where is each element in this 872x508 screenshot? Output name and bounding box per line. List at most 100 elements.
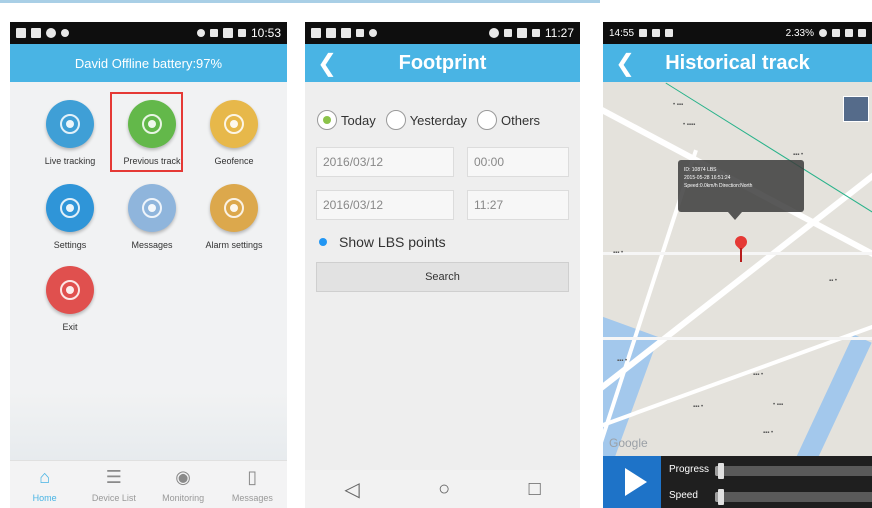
menu-item-alarm-settings[interactable]: Alarm settings — [191, 184, 277, 264]
status-bar: 11:27 — [305, 22, 580, 44]
gps-icon — [488, 28, 499, 38]
icon-dot — [148, 120, 156, 128]
start-time-field[interactable]: 00:00 — [467, 147, 569, 177]
image-icon — [341, 28, 351, 38]
lbs-dot-icon — [319, 238, 327, 246]
speed-knob[interactable] — [718, 489, 725, 505]
home-nav-icon[interactable]: ○ — [438, 478, 450, 501]
lbs-label: Show LBS points — [339, 234, 446, 250]
icon-dot — [148, 204, 156, 212]
menu-item-label: Geofence — [214, 156, 254, 166]
signal-icon — [845, 29, 853, 37]
clock-icon — [61, 29, 69, 37]
popup-line-speed: Speed:0.0km/h Direction:North — [684, 183, 753, 189]
lock-icon — [356, 29, 364, 37]
radio-button-icon — [477, 110, 498, 130]
icon-dot — [230, 204, 238, 212]
map-place: • ▪▪▪ — [773, 402, 784, 408]
back-arrow-icon[interactable]: ❮ — [615, 49, 635, 78]
menu-item-label: Live tracking — [44, 156, 96, 166]
menu-item-label: Settings — [53, 240, 87, 250]
radio-label: Others — [501, 112, 541, 128]
popup-line-id: ID: 10874 LBS — [684, 167, 717, 173]
start-date-value: 2016/03/12 — [323, 155, 384, 169]
device-status-header: David Offline battery:97% — [10, 44, 287, 82]
alarm-icon — [196, 29, 205, 37]
playback-controls: Progress Speed — [603, 456, 872, 508]
road — [603, 252, 872, 255]
map-place: • ▪▪▪▪ — [683, 122, 696, 128]
menu-item-geofence[interactable]: Geofence — [191, 100, 277, 180]
menu-item-settings[interactable]: Settings — [27, 184, 113, 264]
end-time-field[interactable]: 11:27 — [467, 190, 569, 220]
chat-icon — [46, 28, 56, 38]
list-icon: ☰ — [105, 467, 122, 487]
person-pin-icon — [128, 100, 176, 148]
menu-item-previous-track[interactable]: Previous track — [109, 100, 195, 180]
screen-icon — [311, 28, 321, 38]
status-time: 14:55 — [609, 27, 635, 39]
speed-label: Speed — [669, 490, 698, 501]
map-view[interactable]: • ▪▪▪ • ▪▪▪▪ ▪▪▪ • ▪▪▪ • ▪▪ • ▪▪▪ • ▪▪▪ … — [603, 82, 872, 456]
radio-today[interactable]: Today — [317, 110, 376, 130]
battery-icon — [531, 29, 540, 37]
app-icon — [326, 28, 336, 38]
speed-slider[interactable] — [715, 489, 872, 505]
wifi-icon — [832, 29, 840, 37]
back-nav-icon[interactable]: ◁ — [344, 477, 359, 502]
bell-icon — [210, 184, 258, 232]
menu-item-live-tracking[interactable]: Live tracking — [27, 100, 113, 180]
gear-icon — [46, 184, 94, 232]
end-date-field[interactable]: 2016/03/12 — [316, 190, 454, 220]
map-icon: ▯ — [247, 467, 258, 487]
nav-item-messages[interactable]: ▯ Messages — [218, 461, 287, 508]
status-percentage: 2.33% — [785, 27, 814, 39]
map-place: • ▪▪▪ — [673, 102, 684, 108]
radio-button-icon — [317, 110, 337, 130]
voicemail-icon — [639, 29, 648, 37]
bottom-nav: ⌂ Home ☰ Device List ◉ Monitoring ▯ Messages — [10, 460, 287, 508]
search-button[interactable]: Search — [316, 262, 569, 292]
app-icon — [665, 29, 674, 37]
track-info-popup: ID: 10874 LBS 2015-05-28 16:51:24 Speed:… — [678, 160, 804, 220]
background-fade — [10, 392, 287, 460]
map-place: ▪▪ • — [829, 278, 838, 284]
map-pin-stem — [740, 248, 742, 262]
menu-item-messages[interactable]: Messages — [109, 184, 195, 264]
map-place: ▪▪▪ • — [613, 250, 624, 256]
radio-yesterday[interactable]: Yesterday — [385, 110, 468, 130]
progress-slider[interactable] — [715, 463, 872, 479]
icon-dot — [230, 120, 238, 128]
signal-icon — [516, 28, 527, 38]
menu-item-label: Alarm settings — [205, 240, 263, 250]
status-time: 10:53 — [250, 26, 281, 40]
start-date-field[interactable]: 2016/03/12 — [316, 147, 454, 177]
home-screen: 10:53 David Offline battery:97% Live tra… — [10, 22, 287, 508]
radio-label: Today — [341, 112, 376, 128]
battery-icon — [237, 29, 246, 37]
nav-item-device-list[interactable]: ☰ Device List — [79, 461, 148, 508]
nav-item-monitoring[interactable]: ◉ Monitoring — [149, 461, 218, 508]
show-lbs-toggle[interactable]: Show LBS points — [319, 234, 446, 250]
menu-item-exit[interactable]: Exit — [27, 266, 113, 346]
top-divider — [0, 0, 600, 3]
play-button[interactable] — [603, 456, 661, 508]
wifi-icon — [503, 29, 512, 37]
eye-icon: ◉ — [175, 467, 191, 487]
historical-track-screen: 14:55 2.33% ❮ Historical track • ▪▪▪ • ▪… — [603, 22, 872, 508]
nav-item-label: Device List — [91, 493, 136, 503]
title-bar: ❮ Historical track — [603, 44, 872, 82]
nav-item-home[interactable]: ⌂ Home — [10, 461, 79, 508]
radio-others[interactable]: Others — [477, 110, 540, 130]
icon-dot — [66, 120, 74, 128]
system-nav-bar: ◁ ○ □ — [305, 470, 580, 508]
radio-button-icon — [385, 110, 406, 130]
status-bar: 10:53 — [10, 22, 287, 44]
map-place: ▪▪▪ • — [753, 372, 764, 378]
radio-label: Yesterday — [409, 112, 468, 128]
progress-knob[interactable] — [718, 463, 725, 479]
play-icon — [625, 468, 647, 496]
satellite-toggle[interactable] — [843, 96, 869, 122]
back-arrow-icon[interactable]: ❮ — [317, 49, 337, 78]
recents-nav-icon[interactable]: □ — [529, 478, 541, 501]
